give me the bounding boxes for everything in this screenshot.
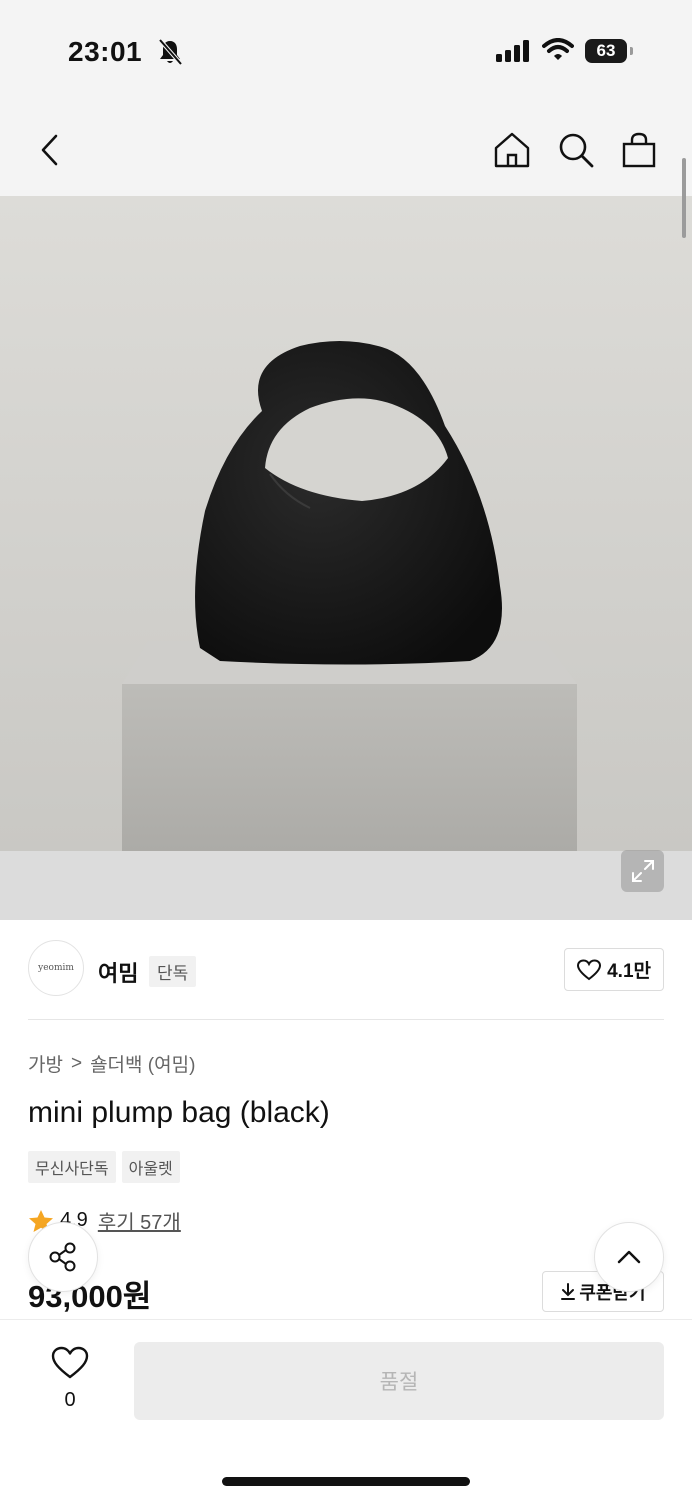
- battery-tip: [630, 47, 633, 55]
- product-image[interactable]: [0, 196, 692, 920]
- product-photo: [0, 196, 692, 920]
- back-button[interactable]: [30, 130, 70, 170]
- scrollbar[interactable]: [682, 158, 686, 238]
- download-icon: [561, 1282, 576, 1300]
- scroll-top-button[interactable]: [594, 1222, 664, 1292]
- brand-row: yeomim 여밈 단독 4.1만: [28, 940, 664, 1000]
- review-link[interactable]: 후기 57개: [98, 1206, 181, 1235]
- chevron-left-icon: [41, 134, 58, 166]
- chevron-up-icon: [617, 1250, 641, 1264]
- divider: [28, 1019, 664, 1020]
- sold-out-button[interactable]: 품절: [134, 1342, 664, 1420]
- status-time: 23:01: [68, 36, 143, 67]
- wishlist-count: 0: [64, 1389, 76, 1411]
- heart-icon: [51, 1346, 89, 1379]
- battery-icon: 63: [585, 39, 627, 63]
- breadcrumb-category[interactable]: 가방: [28, 1050, 63, 1077]
- share-icon: [49, 1242, 76, 1272]
- product-title: mini plump bag (black): [28, 1096, 330, 1129]
- brand-name[interactable]: 여밈: [98, 956, 138, 988]
- bell-slash-icon: [157, 38, 183, 71]
- home-button[interactable]: [492, 130, 532, 170]
- cart-button[interactable]: [619, 130, 659, 170]
- sold-out-label: 품절: [379, 1371, 419, 1394]
- top-nav: [0, 100, 692, 196]
- expand-icon: [631, 860, 654, 882]
- cellular-signal-icon: [496, 40, 532, 67]
- product-tags: 무신사단독 아울렛: [28, 1151, 180, 1183]
- expand-image-button[interactable]: [621, 850, 664, 892]
- tag-outlet: 아울렛: [121, 1151, 180, 1183]
- heart-icon: [577, 958, 602, 980]
- home-indicator[interactable]: [222, 1477, 470, 1486]
- brand-logo-text: yeomim: [38, 963, 74, 973]
- brand-like-count: 4.1만: [607, 961, 651, 982]
- home-icon: [494, 132, 530, 168]
- share-button[interactable]: [28, 1222, 98, 1292]
- bottom-action-bar: 0 품절: [0, 1319, 692, 1500]
- breadcrumb-subcategory[interactable]: 숄더백 (여밈): [90, 1050, 195, 1077]
- wishlist-button[interactable]: 0: [48, 1346, 92, 1412]
- search-icon: [559, 133, 594, 168]
- brand-logo[interactable]: yeomim: [28, 940, 84, 996]
- search-button[interactable]: [556, 130, 596, 170]
- breadcrumb: 가방 > 숄더백 (여밈): [28, 1050, 195, 1077]
- tag-exclusive: 무신사단독: [28, 1151, 116, 1183]
- brand-like-button[interactable]: 4.1만: [564, 948, 664, 991]
- shopping-bag-icon: [622, 132, 656, 168]
- exclusive-badge: 단독: [149, 956, 197, 987]
- status-bar: 23:01 63: [0, 0, 692, 100]
- breadcrumb-separator: >: [70, 1052, 83, 1074]
- wifi-icon: [542, 38, 574, 67]
